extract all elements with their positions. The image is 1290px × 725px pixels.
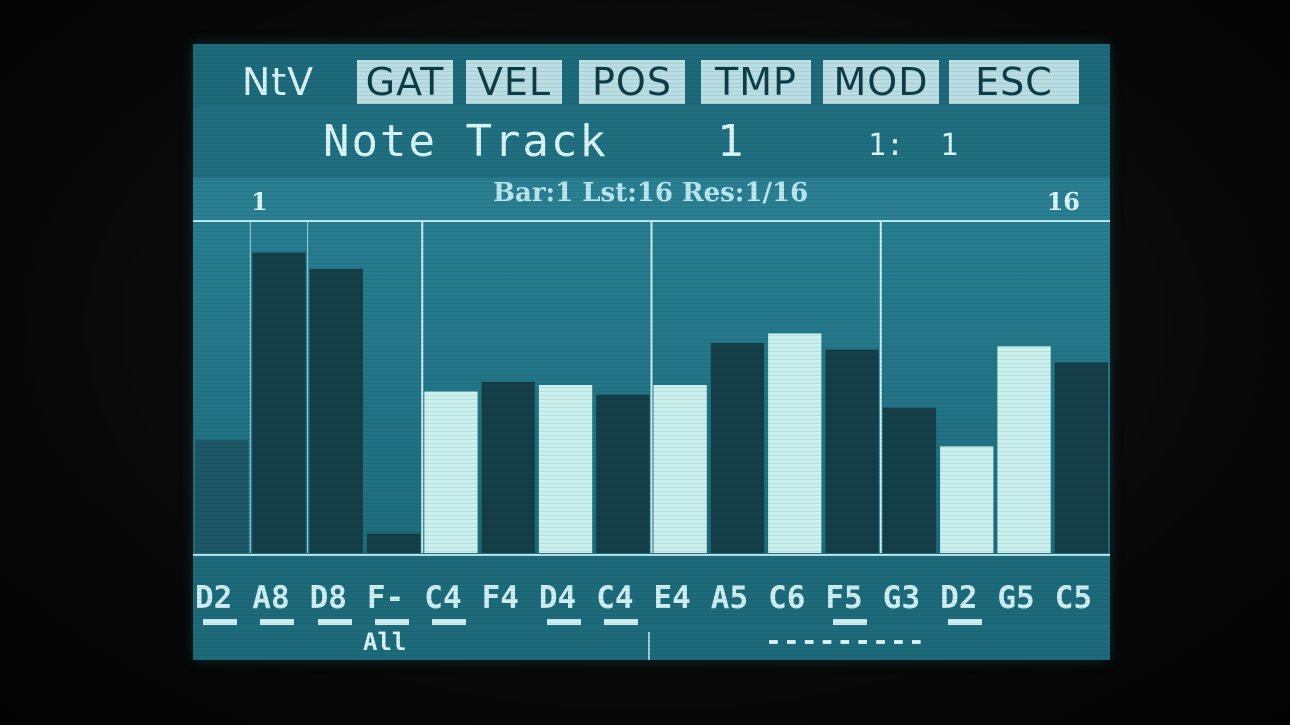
- note-label-14[interactable]: D2: [940, 580, 992, 616]
- page-title: Note Track: [323, 116, 608, 167]
- velocity-bar-15[interactable]: [997, 346, 1051, 553]
- velocity-bar-10[interactable]: [710, 343, 765, 553]
- velocity-bar-6[interactable]: [481, 381, 535, 553]
- bar-length-resolution: Bar:1 Lst:16 Res:1/16: [493, 178, 809, 208]
- note-label-3[interactable]: D8: [310, 580, 362, 616]
- menu-item-esc[interactable]: ESC: [949, 60, 1079, 104]
- note-label-16[interactable]: C5: [1055, 580, 1107, 616]
- menu-item-gat[interactable]: GAT: [357, 60, 453, 104]
- note-label-11[interactable]: C6: [768, 580, 820, 616]
- note-label-2[interactable]: A8: [252, 580, 304, 616]
- position-readout: 1: 1: [868, 128, 959, 163]
- scope-label: All: [363, 628, 407, 656]
- lcd-screen: NtV GAT VEL POS TMP MOD ESC Note Track 1…: [193, 44, 1110, 660]
- note-label-10[interactable]: A5: [711, 580, 763, 616]
- velocity-bar-8[interactable]: [596, 394, 650, 553]
- velocity-bar-13[interactable]: [882, 407, 937, 553]
- menu-item-ntv[interactable]: NtV: [239, 60, 317, 104]
- note-underline-5: [432, 619, 467, 625]
- note-underline-1: [203, 619, 237, 625]
- note-label-5[interactable]: C4: [424, 580, 476, 616]
- note-label-8[interactable]: C4: [596, 580, 648, 616]
- note-label-1[interactable]: D2: [195, 580, 247, 616]
- end-step-label: 16: [1046, 187, 1080, 216]
- note-label-15[interactable]: G5: [997, 580, 1049, 616]
- velocity-bar-7[interactable]: [538, 385, 593, 553]
- velocity-bar-5[interactable]: [424, 391, 478, 554]
- note-underline-2: [260, 619, 295, 625]
- dash-placeholder: ---------: [765, 624, 926, 657]
- note-underline-3: [317, 619, 352, 625]
- menu-item-pos[interactable]: POS: [579, 60, 685, 104]
- velocity-chart[interactable]: [193, 222, 1110, 553]
- velocity-bars[interactable]: [193, 222, 1110, 553]
- velocity-bar-1[interactable]: [195, 439, 249, 553]
- bottom-divider: [648, 632, 650, 660]
- velocity-bar-9[interactable]: [653, 385, 707, 553]
- title-bar: Note Track 1 1: 1: [193, 114, 1110, 172]
- note-underline-8: [604, 619, 639, 625]
- bottom-bar: All ---------: [193, 624, 1110, 660]
- velocity-bar-3[interactable]: [309, 268, 363, 553]
- menu-item-vel[interactable]: VEL: [466, 60, 562, 104]
- note-label-12[interactable]: F5: [825, 580, 877, 616]
- menu-item-mod[interactable]: MOD: [823, 60, 939, 104]
- track-number: 1: [717, 116, 744, 167]
- note-label-6[interactable]: F4: [482, 580, 534, 616]
- velocity-bar-4[interactable]: [366, 533, 421, 553]
- note-row: D2 A8 D8 F- C4 F4 D4 C4 E4 A5 C6 F5 G3 D2 G5 C5: [193, 554, 1110, 626]
- note-label-9[interactable]: E4: [654, 580, 706, 616]
- note-label-4[interactable]: F-: [367, 580, 419, 616]
- note-underline-14: [948, 619, 983, 625]
- note-label-13[interactable]: G3: [883, 580, 935, 616]
- velocity-bar-16[interactable]: [1054, 362, 1108, 553]
- menu-item-tmp[interactable]: TMP: [701, 60, 811, 104]
- velocity-bar-12[interactable]: [825, 349, 879, 554]
- info-bar: 1 Bar:1 Lst:16 Res:1/16 16: [193, 178, 1110, 222]
- top-menu: NtV GAT VEL POS TMP MOD ESC: [193, 44, 1110, 106]
- start-step-label: 1: [251, 187, 268, 216]
- velocity-bar-2[interactable]: [252, 252, 306, 553]
- note-underline-4: [374, 619, 409, 625]
- velocity-bar-11[interactable]: [768, 333, 822, 553]
- velocity-bar-14[interactable]: [940, 446, 994, 553]
- note-label-7[interactable]: D4: [539, 580, 591, 616]
- note-underline-7: [546, 619, 581, 625]
